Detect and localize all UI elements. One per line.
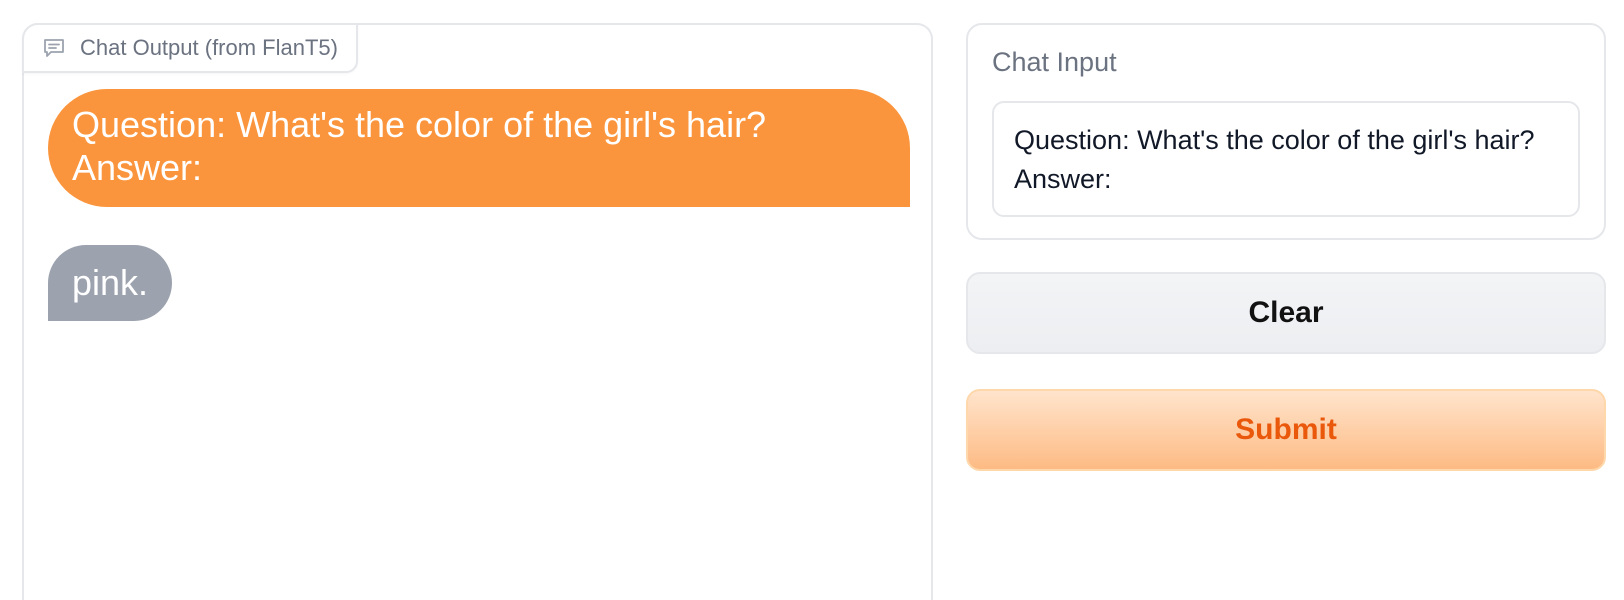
chat-input-textarea[interactable]: Question: What's the color of the girl's… <box>992 101 1580 217</box>
page: Chat Output (from FlanT5) Question: What… <box>0 0 1624 600</box>
chat-input-label: Chat Input <box>992 47 1117 77</box>
chat-input-panel: Chat Input Question: What's the color of… <box>966 23 1606 240</box>
submit-button[interactable]: Submit <box>966 389 1606 471</box>
chat-output-label: Chat Output (from FlanT5) <box>22 23 358 73</box>
chat-output-panel: Chat Output (from FlanT5) Question: What… <box>22 23 933 600</box>
user-message: Question: What's the color of the girl's… <box>48 89 910 207</box>
chat-bubble-icon <box>42 36 66 60</box>
bot-message: pink. <box>48 245 173 321</box>
clear-button[interactable]: Clear <box>966 272 1606 354</box>
chat-output-label-text: Chat Output (from FlanT5) <box>80 35 338 60</box>
